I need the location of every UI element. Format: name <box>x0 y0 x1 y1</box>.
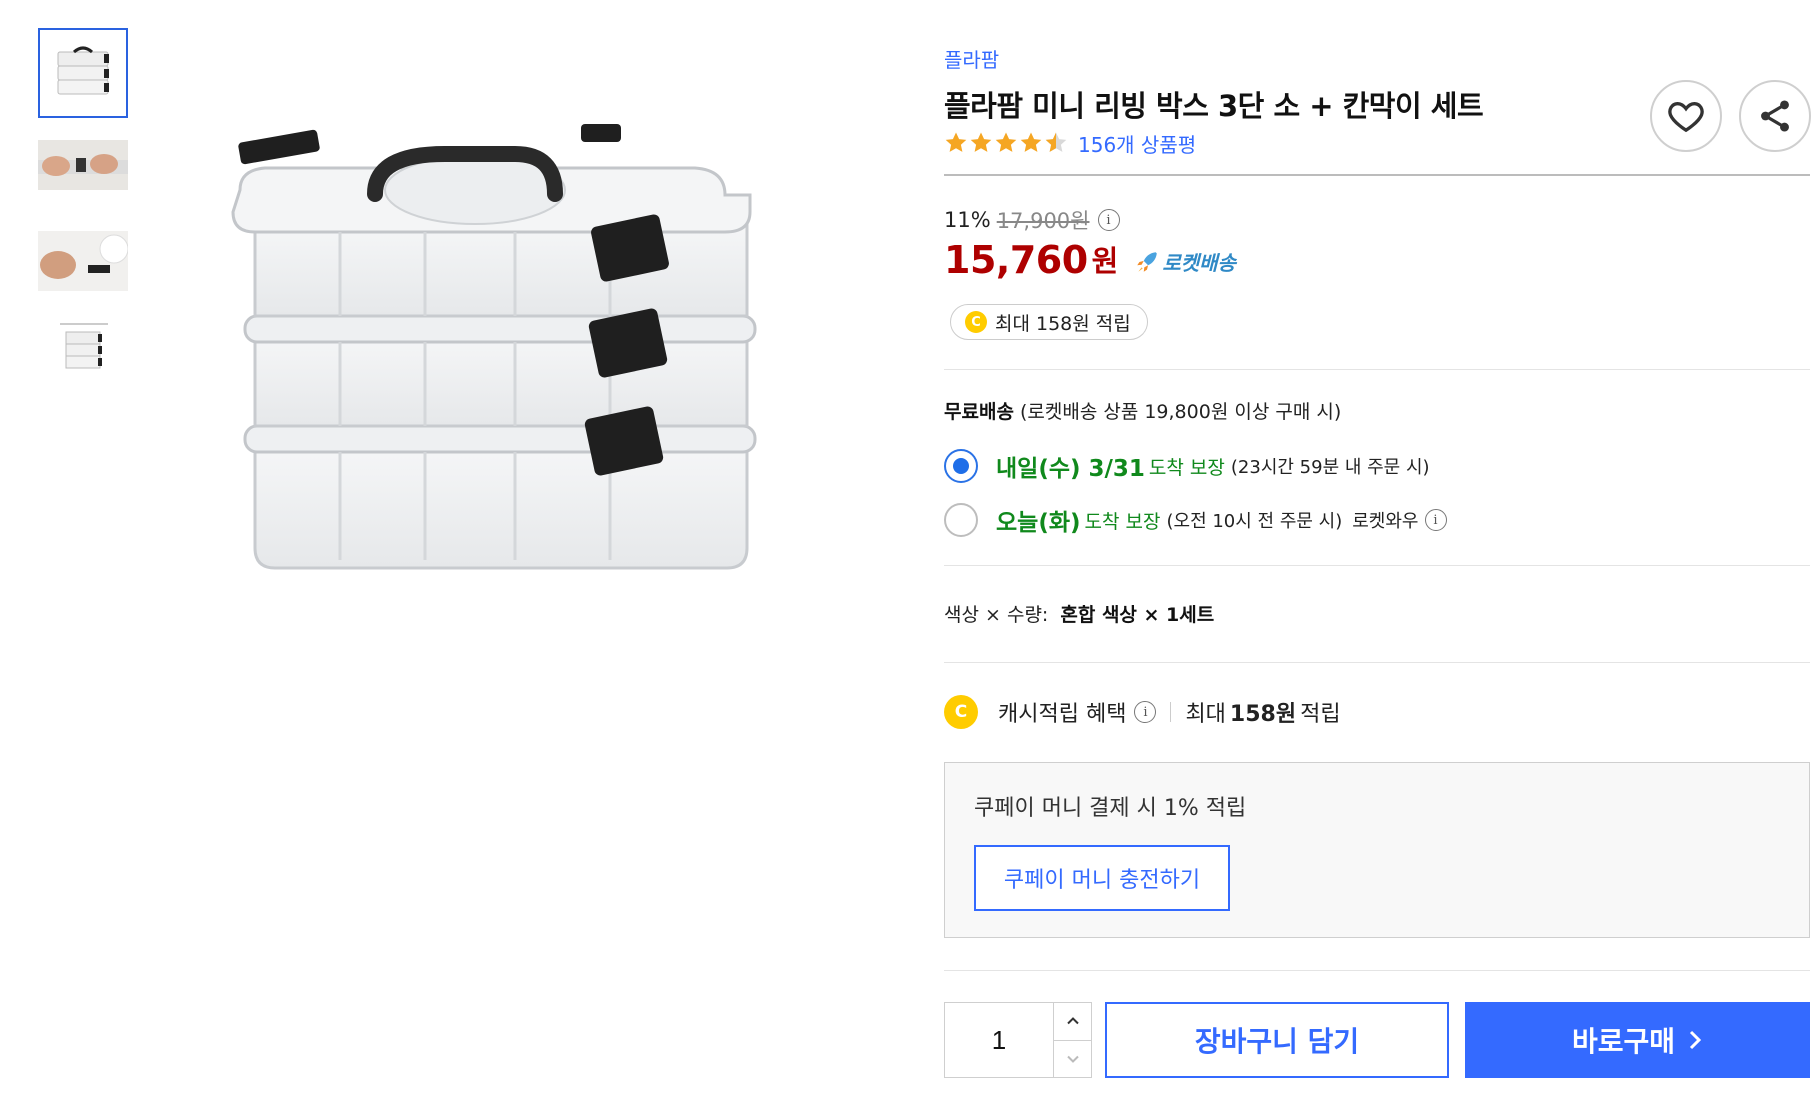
info-icon[interactable]: i <box>1097 209 1120 231</box>
quantity-decrease-button[interactable] <box>1054 1039 1091 1078</box>
product-thumbnail-image <box>60 323 108 369</box>
star-icon <box>1020 132 1042 152</box>
radio-button[interactable] <box>944 503 978 537</box>
divider <box>944 662 1810 663</box>
coupay-money-text: 쿠페이 머니 결제 시 1% 적립 <box>974 796 1247 821</box>
coin-icon: C <box>965 311 987 333</box>
rocket-delivery-badge: 로켓배송 <box>1134 247 1236 276</box>
rocket-delivery-label: 로켓배송 <box>1162 251 1236 275</box>
delivery-date: 내일(수) 3/31 <box>996 456 1145 482</box>
divider <box>944 174 1810 176</box>
divider <box>944 565 1810 566</box>
radio-button-selected[interactable] <box>944 449 978 483</box>
heart-icon <box>1668 101 1704 133</box>
cash-benefit-label: 캐시적립 혜택 <box>998 702 1127 727</box>
thumbnail-3[interactable] <box>38 216 128 306</box>
chevron-right-icon <box>1689 1030 1702 1050</box>
free-shipping-label: 무료배송 <box>944 401 1014 423</box>
main-product-image[interactable] <box>225 120 815 700</box>
original-price: 17,900원 <box>996 209 1090 233</box>
coupay-charge-button[interactable]: 쿠페이 머니 충전하기 <box>974 845 1230 911</box>
share-button[interactable] <box>1739 80 1811 152</box>
product-thumbnail-image <box>38 231 128 291</box>
cash-back-pill: C 최대 158원 적립 <box>950 304 1148 340</box>
rocket-icon <box>1137 251 1158 272</box>
variant-selection: 색상 × 수량: 혼합 색상 × 1세트 <box>944 600 1214 627</box>
price-summary: 11% 17,900원 i <box>944 205 1120 235</box>
thumbnail-1[interactable] <box>38 28 128 118</box>
quantity-spinner <box>1053 1003 1091 1077</box>
cash-benefit-amount: 158원 <box>1229 702 1297 727</box>
chevron-up-icon <box>1066 1017 1079 1025</box>
buy-now-label: 바로구매 <box>1571 1025 1676 1058</box>
divider <box>944 970 1810 971</box>
thumbnail-4[interactable] <box>38 304 128 394</box>
quantity-input[interactable]: 1 <box>945 1003 1053 1077</box>
discount-rate: 11% <box>944 208 991 232</box>
cash-benefit-suffix: 적립 <box>1300 702 1341 727</box>
separator <box>1170 702 1172 722</box>
product-thumbnail-image <box>57 46 109 95</box>
brand-link[interactable]: 플라팜 <box>944 44 999 73</box>
star-icon <box>970 132 992 152</box>
free-shipping-condition: (로켓배송 상품 19,800원 이상 구매 시) <box>1019 401 1342 423</box>
sale-price-unit: 원 <box>1091 244 1119 278</box>
product-title: 플라팜 미니 리빙 박스 3단 소 + 칸막이 세트 <box>944 89 1484 123</box>
coin-icon: C <box>944 695 978 729</box>
add-to-cart-button[interactable]: 장바구니 담기 <box>1105 1002 1449 1078</box>
storage-box-illustration <box>231 124 757 570</box>
info-icon[interactable]: i <box>1134 701 1157 723</box>
delivery-date: 오늘(화) <box>996 510 1081 536</box>
cash-back-pill-text: 최대 158원 적립 <box>995 312 1131 335</box>
variant-label: 색상 × 수량: <box>944 604 1049 626</box>
star-rating <box>944 131 1068 155</box>
sale-price-row: 15,760 원 로켓배송 <box>944 238 1236 282</box>
rating-row: 156개 상품평 <box>944 128 1196 158</box>
quantity-stepper: 1 <box>944 1002 1092 1078</box>
quantity-increase-button[interactable] <box>1054 1003 1091 1040</box>
review-count-link[interactable]: 156개 상품평 <box>1078 129 1196 158</box>
coupay-money-box: 쿠페이 머니 결제 시 1% 적립 쿠페이 머니 충전하기 <box>944 762 1810 938</box>
product-info-panel: 플라팜 플라팜 미니 리빙 박스 3단 소 + 칸막이 세트 156개 상품평 <box>944 0 1811 1096</box>
cash-benefit-row: C 캐시적립 혜택 i 최대 158원 적립 <box>944 692 1341 732</box>
share-icon <box>1761 100 1789 132</box>
delivery-option-today[interactable]: 오늘(화) 도착 보장 (오전 10시 전 주문 시) 로켓와우 i <box>944 503 1447 537</box>
variant-value: 혼합 색상 × 1세트 <box>1060 604 1215 626</box>
star-icon <box>945 132 967 152</box>
star-icon <box>995 132 1017 152</box>
delivery-guarantee: 도착 보장 <box>1148 456 1225 479</box>
divider <box>944 369 1810 370</box>
delivery-order-deadline: (23시간 59분 내 주문 시) <box>1230 457 1430 478</box>
info-icon[interactable]: i <box>1424 509 1447 531</box>
star-half-icon <box>1045 132 1067 152</box>
shipping-info: 무료배송 (로켓배송 상품 19,800원 이상 구매 시) <box>944 397 1341 424</box>
delivery-guarantee: 도착 보장 <box>1084 510 1161 533</box>
rocket-wow-label: 로켓와우 <box>1352 511 1419 532</box>
like-button[interactable] <box>1650 80 1722 152</box>
thumbnail-2[interactable] <box>38 120 128 210</box>
delivery-order-deadline: (오전 10시 전 주문 시) <box>1166 511 1343 532</box>
chevron-down-icon <box>1066 1055 1079 1063</box>
delivery-option-tomorrow[interactable]: 내일(수) 3/31 도착 보장 (23시간 59분 내 주문 시) <box>944 449 1430 483</box>
cash-benefit-prefix: 최대 <box>1185 702 1226 727</box>
buy-now-button[interactable]: 바로구매 <box>1465 1002 1810 1078</box>
sale-price: 15,760 <box>944 238 1088 282</box>
product-thumbnail-image <box>38 140 128 190</box>
